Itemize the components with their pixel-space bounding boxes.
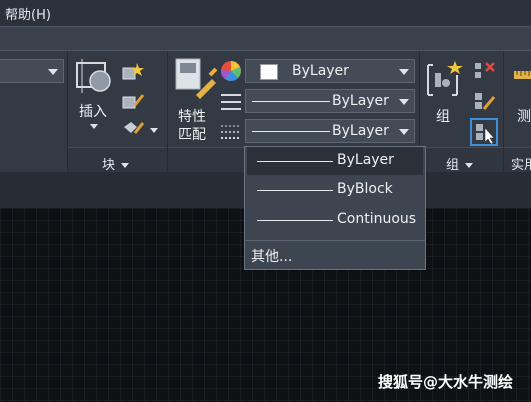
menu-help[interactable]: 帮助(H): [5, 4, 51, 23]
group-selection-icon[interactable]: [470, 118, 498, 146]
group-edit-icon[interactable]: [472, 89, 496, 113]
linetype-dropdown-list: ByLayer ByBlock Continuous 其他...: [244, 146, 426, 270]
match-properties-icon[interactable]: [174, 57, 218, 99]
dropdown-option-byblock[interactable]: ByBlock: [247, 176, 423, 204]
color-wheel-icon: [220, 61, 241, 81]
line-sample: [252, 101, 330, 102]
lineweight-combo-value: ByLayer: [332, 123, 389, 139]
match-properties-label-2[interactable]: 匹配: [178, 124, 206, 144]
line-sample: [257, 220, 333, 221]
chevron-down-icon: [399, 99, 409, 105]
chevron-down-icon[interactable]: [90, 124, 98, 129]
color-combo-value: ByLayer: [292, 63, 349, 79]
groups-panel-title-text: 组: [446, 158, 460, 173]
dropdown-option-other[interactable]: 其他...: [251, 246, 292, 266]
block-panel-title-text: 块: [102, 158, 116, 173]
edit-block-icon[interactable]: [121, 91, 145, 113]
chevron-down-icon: [121, 163, 130, 168]
utilities-panel-title[interactable]: 实用: [511, 154, 531, 173]
measure-label[interactable]: 测: [517, 106, 531, 126]
group-icon[interactable]: [425, 59, 465, 99]
watermark: 搜狐号@大水牛测绘: [377, 373, 513, 391]
block-panel-title[interactable]: 块: [102, 154, 130, 173]
linetype-combo[interactable]: ByLayer: [245, 89, 415, 113]
dropdown-divider: [245, 240, 425, 241]
menu-bar: 帮助(H): [0, 0, 531, 26]
color-combo[interactable]: ByLayer: [245, 59, 415, 83]
linetype-icon: [221, 94, 241, 110]
chevron-down-icon: [48, 69, 58, 75]
chevron-down-icon: [399, 69, 409, 75]
block-attribute-icon[interactable]: [121, 119, 145, 141]
ribbon-tab-strip: [0, 26, 531, 51]
create-block-icon[interactable]: [121, 60, 145, 82]
layer-combo[interactable]: [0, 59, 64, 83]
insert-block-icon[interactable]: [74, 53, 118, 95]
line-sample: [257, 190, 333, 191]
group-label[interactable]: 组: [436, 106, 450, 126]
option-label: Continuous: [337, 211, 417, 227]
option-label: ByBlock: [337, 181, 393, 197]
dropdown-option-continuous[interactable]: Continuous: [247, 206, 423, 234]
measure-ruler-icon[interactable]: [512, 65, 531, 85]
chevron-down-icon: [399, 129, 409, 135]
line-sample: [257, 161, 333, 162]
ungroup-icon[interactable]: [472, 59, 496, 81]
color-swatch: [260, 64, 278, 80]
line-sample: [252, 131, 330, 132]
chevron-down-icon[interactable]: [150, 128, 158, 133]
dropdown-option-bylayer[interactable]: ByLayer: [247, 147, 423, 175]
lineweight-combo[interactable]: ByLayer: [245, 119, 415, 143]
option-label: ByLayer: [337, 152, 394, 168]
match-properties-label-1[interactable]: 特性: [178, 106, 206, 126]
lineweight-icon: [221, 125, 241, 139]
insert-label[interactable]: 插入: [79, 101, 107, 121]
linetype-combo-value: ByLayer: [332, 93, 389, 109]
groups-panel-title[interactable]: 组: [446, 154, 474, 173]
chevron-down-icon: [465, 163, 474, 168]
